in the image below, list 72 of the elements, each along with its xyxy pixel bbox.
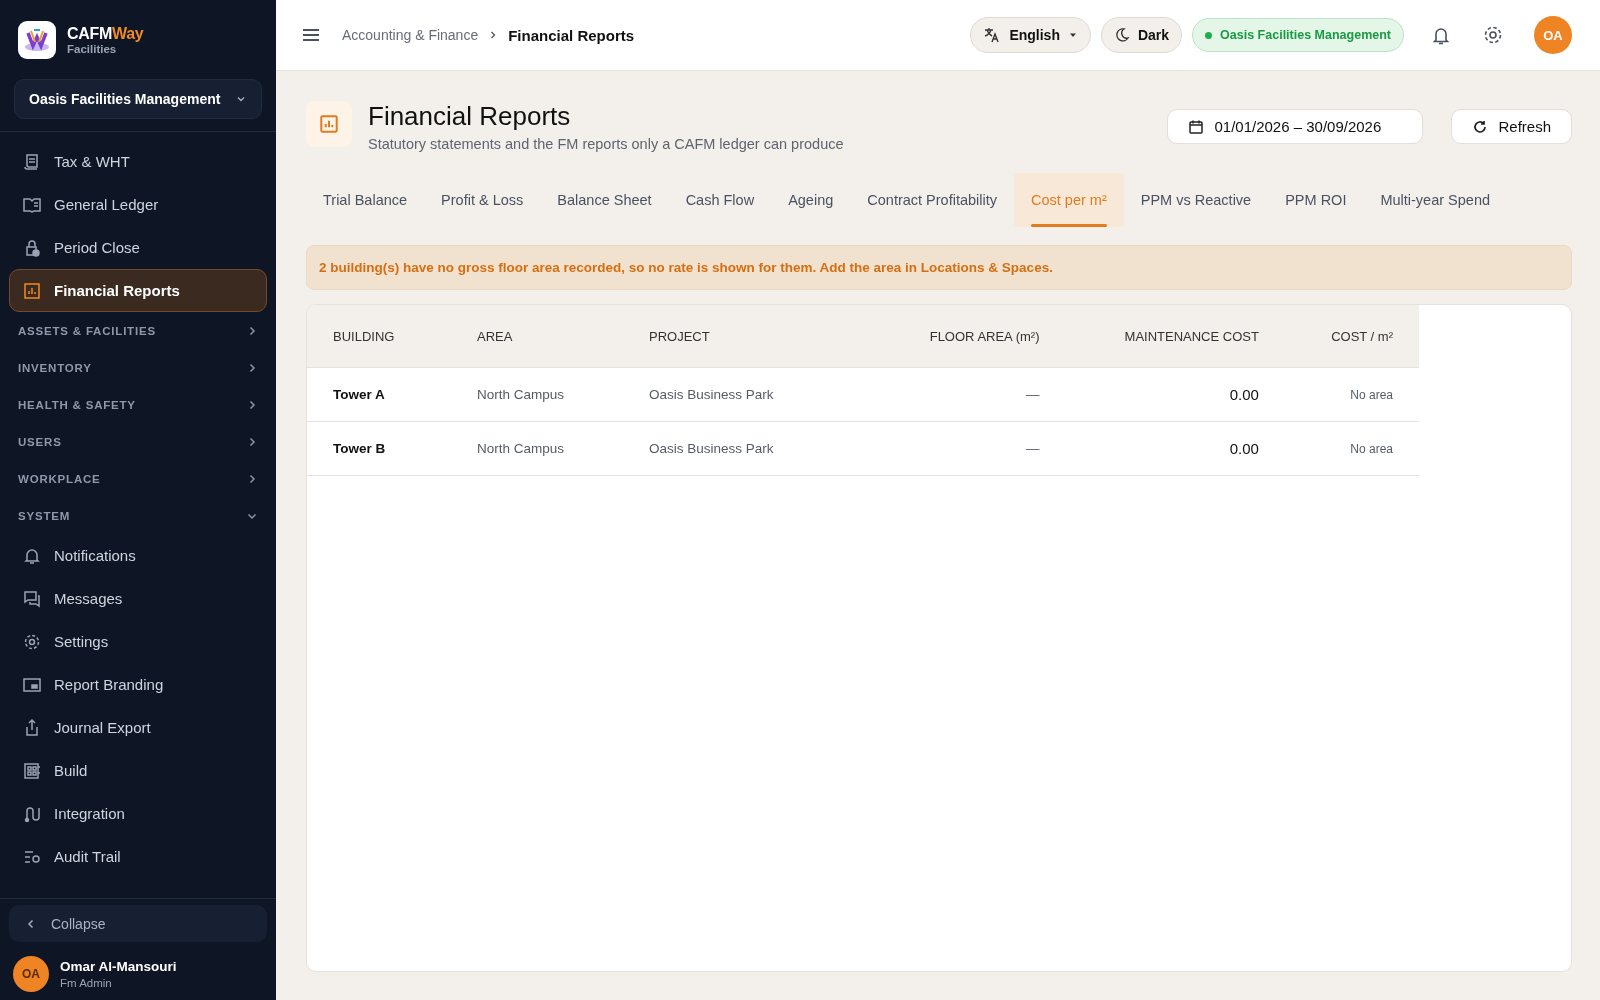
cost-cell: 0.00 (1065, 367, 1285, 422)
column-header: PROJECT (623, 305, 875, 368)
sidebar-item[interactable]: Report Branding (9, 663, 267, 706)
sidebar-item[interactable]: Integration (9, 792, 267, 835)
sidebar-item[interactable]: Audit Trail (9, 835, 267, 878)
breadcrumb-item: Financial Reports (508, 26, 635, 44)
column-header: BUILDING (307, 305, 451, 368)
column-header: FLOOR AREA (m²) (875, 305, 1066, 368)
chart-icon (22, 280, 42, 301)
sidebar-item[interactable]: Settings (9, 620, 267, 663)
organization-dropdown[interactable]: Oasis Facilities Management (14, 79, 262, 119)
report-tab[interactable]: Ageing (771, 173, 851, 227)
chat-icon (22, 588, 42, 609)
column-header: AREA (451, 305, 623, 368)
building-cell: Tower A (307, 367, 451, 422)
refresh-icon (1472, 118, 1489, 135)
date-range-picker[interactable]: 01/01/2026 – 30/09/2026 (1167, 109, 1424, 144)
report-tab[interactable]: Profit & Loss (424, 173, 541, 227)
report-tab[interactable]: Trial Balance (306, 173, 425, 227)
brand-name: CAFMWay (67, 25, 144, 43)
user-avatar: OA (13, 956, 49, 992)
app-logo (18, 21, 56, 59)
sidebar-item[interactable]: Financial Reports (9, 269, 267, 312)
settings-icon[interactable] (1482, 24, 1504, 46)
page-title: Financial Reports (368, 101, 572, 132)
report-tab[interactable]: Cash Flow (668, 173, 772, 227)
theme-toggle[interactable]: Dark (1100, 17, 1183, 53)
moon-icon (1113, 27, 1130, 43)
collapse-button[interactable]: Collapse (9, 905, 267, 942)
floor-area-cell: — (875, 367, 1066, 422)
breadcrumb-item[interactable]: Accounting & Finance (342, 27, 479, 43)
chart-icon (306, 101, 352, 147)
building-cell: Tower B (307, 421, 451, 476)
column-header: MAINTENANCE COST (1065, 305, 1285, 368)
sidebar-section[interactable]: SYSTEM (9, 497, 267, 534)
tenant-badge: Oasis Facilities Management (1192, 18, 1404, 52)
report-tab[interactable]: Balance Sheet (540, 173, 669, 227)
rate-cell: No area (1284, 367, 1419, 422)
brand-subtitle: Facilities (67, 43, 118, 55)
area-cell: North Campus (451, 367, 623, 422)
project-cell: Oasis Business Park (623, 367, 875, 422)
report-tab[interactable]: Contract Profitability (850, 173, 1015, 227)
translate-icon (983, 26, 1002, 44)
report-tab[interactable]: PPM ROI (1268, 173, 1364, 227)
sidebar-item[interactable]: Messages (9, 577, 267, 620)
sidebar-section[interactable]: INVENTORY (9, 349, 267, 386)
warning-banner: 2 building(s) have no gross floor area recorded, so no rate is shown for them. Add the area in Locations & Spaces. (306, 245, 1572, 290)
report-tab[interactable]: Multi-year Spend (1363, 173, 1508, 227)
sidebar-item[interactable]: Journal Export (9, 706, 267, 749)
sidebar-section[interactable]: WORKPLACE (9, 460, 267, 497)
user-name: Omar Al-Mansouri (60, 959, 177, 974)
sidebar-item[interactable]: General Ledger (9, 183, 267, 226)
sidebar-item[interactable]: Build (9, 749, 267, 792)
refresh-button[interactable]: Refresh (1451, 109, 1572, 144)
sidebar-item[interactable]: Tax & WHT (9, 140, 267, 183)
rate-cell: No area (1284, 421, 1419, 476)
user-role: Fm Admin (60, 977, 113, 989)
sidebar-section[interactable]: HEALTH & SAFETY (9, 386, 267, 423)
calendar-icon (1188, 118, 1205, 135)
sidebar-item[interactable]: Period Close (9, 226, 267, 269)
area-cell: North Campus (451, 421, 623, 476)
cost-cell: 0.00 (1065, 421, 1285, 476)
sidebar-item[interactable]: Notifications (9, 534, 267, 577)
sidebar-section[interactable]: USERS (9, 423, 267, 460)
floor-area-cell: — (875, 421, 1066, 476)
sidebar-section[interactable]: ASSETS & FACILITIES (9, 312, 267, 349)
report-tab[interactable]: PPM vs Reactive (1123, 173, 1269, 227)
project-cell: Oasis Business Park (623, 421, 875, 476)
page-subtitle: Statutory statements and the FM reports only a CAFM ledger can produce (368, 136, 845, 152)
language-dropdown[interactable]: English (970, 17, 1091, 53)
column-header: COST / m² (1284, 305, 1419, 368)
grid-icon (22, 760, 42, 781)
